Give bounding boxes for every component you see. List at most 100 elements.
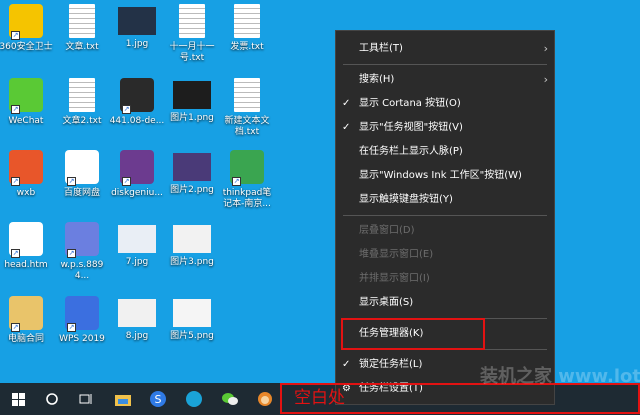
menu-item-cascade: 层叠窗口(D): [336, 221, 554, 241]
desktop-icon[interactable]: 发票.txt: [219, 4, 275, 53]
shortcut-arrow-icon: ↗: [11, 249, 20, 258]
desktop-icon-label: 图片3.png: [170, 257, 214, 267]
menu-label: 并排显示窗口(I): [359, 273, 430, 284]
check-icon: ✓: [342, 359, 351, 370]
desktop-icon[interactable]: 文章2.txt: [54, 78, 110, 127]
shortcut-arrow-icon: ↗: [11, 323, 20, 332]
desktop-icon-label: 十一月十一号.txt: [169, 42, 215, 63]
text-file-icon: [69, 4, 95, 38]
desktop-icon[interactable]: ↗ 360安全卫士: [0, 4, 54, 53]
shortcut-arrow-icon: ↗: [11, 105, 20, 114]
shortcut-arrow-icon: ↗: [232, 177, 241, 186]
text-file-icon: [234, 78, 260, 112]
desktop-icon-label: 1.jpg: [125, 39, 149, 49]
menu-item-side-by-side: 并排显示窗口(I): [336, 269, 554, 289]
desktop-icon[interactable]: 8.jpg: [109, 296, 165, 342]
desktop-icon-label: WeChat: [8, 116, 44, 126]
menu-label: 搜索(H): [359, 74, 395, 85]
menu-label: 显示"Windows Ink 工作区"按钮(W): [359, 170, 522, 181]
desktop-icon-label: diskgeniu...: [111, 188, 163, 198]
menu-item-toolbar[interactable]: 工具栏(T) ›: [336, 39, 554, 59]
desktop-icon-label: 441.08-de...: [109, 116, 165, 126]
desktop-icon[interactable]: 图片5.png: [164, 296, 220, 342]
desktop-icon-label: 图片1.png: [170, 113, 214, 123]
desktop-icon[interactable]: ↗ head.htm: [0, 222, 54, 271]
desktop-icon-label: WPS 2019: [59, 334, 105, 344]
task-view-icon[interactable]: [68, 383, 104, 415]
menu-item-cortana[interactable]: ✓ 显示 Cortana 按钮(O): [336, 94, 554, 114]
desktop-icon[interactable]: 十一月十一号.txt: [164, 4, 220, 64]
app-icon: ↗: [9, 222, 43, 258]
desktop-icon[interactable]: ↗ thinkpad笔记本-南京...: [219, 150, 275, 210]
shortcut-arrow-icon: ↗: [122, 177, 131, 186]
shortcut-arrow-icon: ↗: [67, 249, 76, 258]
desktop-icon[interactable]: ↗ diskgeniu...: [109, 150, 165, 199]
shortcut-arrow-icon: ↗: [11, 177, 20, 186]
desktop-icon-label: 百度网盘: [63, 188, 100, 198]
menu-separator: [343, 64, 547, 65]
desktop-icon[interactable]: 1.jpg: [109, 4, 165, 50]
wxb-icon[interactable]: [247, 383, 283, 415]
desktop-icon-label: 8.jpg: [125, 331, 149, 341]
blank-area-label: 空白处: [294, 388, 345, 408]
desktop-icon[interactable]: ↗ WPS 2019: [54, 296, 110, 345]
image-file-icon: [118, 225, 156, 253]
desktop-icon[interactable]: 7.jpg: [109, 222, 165, 268]
shortcut-arrow-icon: ↗: [11, 31, 20, 40]
app-icon: ↗: [120, 150, 154, 186]
chevron-right-icon: ›: [543, 42, 548, 55]
menu-item-show-desktop[interactable]: 显示桌面(S): [336, 293, 554, 313]
desktop-icon-label: 文章.txt: [65, 42, 99, 52]
shortcut-arrow-icon: ↗: [122, 105, 131, 114]
lotpc-app-icon[interactable]: [176, 383, 212, 415]
svg-text:S: S: [155, 393, 162, 406]
desktop-icon[interactable]: ↗ WeChat: [0, 78, 54, 127]
image-file-icon: [173, 299, 211, 327]
menu-label: 显示触摸键盘按钮(Y): [359, 194, 453, 205]
desktop-icon[interactable]: ↗ wxb: [0, 150, 54, 199]
windows-start-icon[interactable]: [0, 383, 36, 415]
app-icon: ↗: [65, 296, 99, 332]
desktop-icon[interactable]: 图片1.png: [164, 78, 220, 124]
sogou-browser-icon[interactable]: S: [140, 383, 176, 415]
desktop-icon[interactable]: 文章.txt: [54, 4, 110, 53]
cortana-search-icon[interactable]: [34, 383, 70, 415]
shortcut-arrow-icon: ↗: [67, 177, 76, 186]
app-icon: ↗: [9, 78, 43, 114]
app-icon: ↗: [9, 150, 43, 186]
desktop-icon[interactable]: ↗ 441.08-de...: [109, 78, 165, 127]
desktop-icon[interactable]: ↗ 电脑合同: [0, 296, 54, 345]
menu-label: 层叠窗口(D): [359, 225, 415, 236]
image-file-icon: [173, 81, 211, 109]
text-file-icon: [69, 78, 95, 112]
desktop-icon-label: 新建文本文档.txt: [224, 116, 270, 137]
menu-label: 显示 Cortana 按钮(O): [359, 98, 461, 109]
desktop-icon[interactable]: 图片3.png: [164, 222, 220, 268]
file-explorer-icon[interactable]: [105, 383, 141, 415]
menu-label: 堆叠显示窗口(E): [359, 249, 434, 260]
desktop-icon[interactable]: 新建文本文档.txt: [219, 78, 275, 138]
menu-item-task-view[interactable]: ✓ 显示"任务视图"按钮(V): [336, 118, 554, 138]
app-icon: ↗: [230, 150, 264, 186]
menu-separator: [343, 215, 547, 216]
highlight-task-manager: [341, 318, 485, 350]
menu-item-windows-ink[interactable]: 显示"Windows Ink 工作区"按钮(W): [336, 166, 554, 186]
menu-label: 工具栏(T): [359, 43, 403, 54]
menu-label: 锁定任务栏(L): [359, 359, 423, 370]
menu-item-touch-keyboard[interactable]: 显示触摸键盘按钮(Y): [336, 190, 554, 210]
desktop-icon-label: w.p.s.8894...: [60, 260, 104, 281]
desktop-icon[interactable]: 图片2.png: [164, 150, 220, 196]
wechat-icon[interactable]: [212, 383, 248, 415]
desktop-icon[interactable]: ↗ w.p.s.8894...: [54, 222, 110, 282]
app-icon: ↗: [120, 78, 154, 114]
menu-label: 显示桌面(S): [359, 297, 414, 308]
desktop-icon-label: head.htm: [4, 260, 48, 270]
image-file-icon: [118, 7, 156, 35]
desktop-icon-label: 7.jpg: [125, 257, 149, 267]
check-icon: ✓: [342, 98, 351, 109]
desktop-icon[interactable]: ↗ 百度网盘: [54, 150, 110, 199]
menu-item-search[interactable]: 搜索(H) ›: [336, 70, 554, 90]
desktop-icon-label: wxb: [16, 188, 36, 198]
menu-item-people[interactable]: 在任务栏上显示人脉(P): [336, 142, 554, 162]
text-file-icon: [179, 4, 205, 38]
